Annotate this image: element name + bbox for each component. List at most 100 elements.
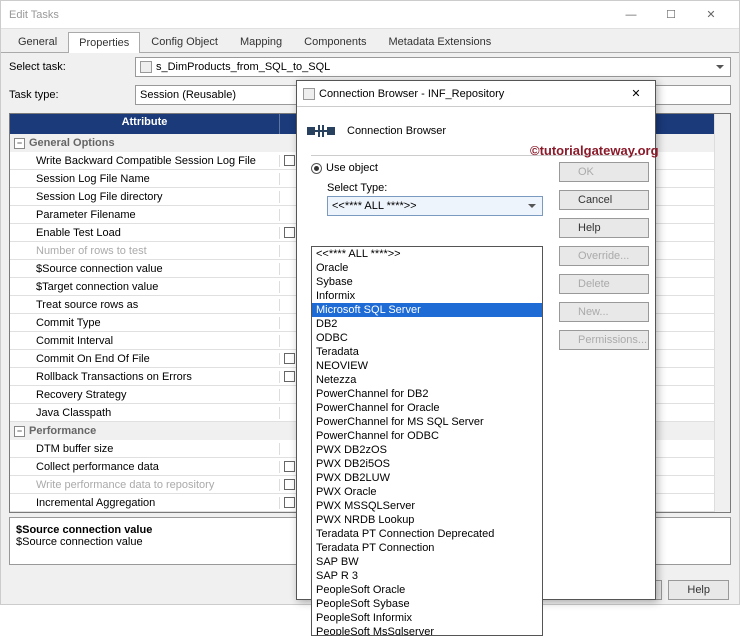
- dropdown-option[interactable]: PeopleSoft MsSqlserver: [312, 625, 542, 636]
- dropdown-option[interactable]: PeopleSoft Informix: [312, 611, 542, 625]
- dropdown-option[interactable]: PeopleSoft Oracle: [312, 583, 542, 597]
- dropdown-option[interactable]: PowerChannel for ODBC: [312, 429, 542, 443]
- checkbox-icon[interactable]: [284, 461, 295, 472]
- dialog-title: Connection Browser - INF_Repository: [319, 88, 623, 100]
- attr-label: Commit Interval: [10, 335, 280, 347]
- attr-label: Session Log File Name: [10, 173, 280, 185]
- checkbox-icon[interactable]: [284, 497, 295, 508]
- attr-label: Treat source rows as: [10, 299, 280, 311]
- checkbox-icon[interactable]: [284, 371, 295, 382]
- attr-label: Enable Test Load: [10, 227, 280, 239]
- attr-label: $Source connection value: [10, 263, 280, 275]
- dlg-cancel-button[interactable]: Cancel: [559, 190, 649, 210]
- dropdown-option[interactable]: ODBC: [312, 331, 542, 345]
- titlebar: Edit Tasks — ☐ ✕: [1, 1, 739, 29]
- select-task-value: s_DimProducts_from_SQL_to_SQL: [156, 61, 330, 73]
- dropdown-option[interactable]: PWX DB2LUW: [312, 471, 542, 485]
- select-type-value: <<**** ALL ****>>: [332, 200, 417, 212]
- dlg-new-button[interactable]: New...: [559, 302, 649, 322]
- dropdown-option[interactable]: Netezza: [312, 373, 542, 387]
- dialog-close-button[interactable]: ✕: [623, 84, 649, 104]
- dialog-button-column: OK Cancel Help Override... Delete New...…: [559, 162, 649, 350]
- dropdown-option[interactable]: PWX Oracle: [312, 485, 542, 499]
- dropdown-option[interactable]: SAP BW: [312, 555, 542, 569]
- dropdown-option[interactable]: Teradata PT Connection Deprecated: [312, 527, 542, 541]
- task-type-value: Session (Reusable): [140, 89, 236, 101]
- attr-label: Java Classpath: [10, 407, 280, 419]
- dropdown-option[interactable]: Oracle: [312, 261, 542, 275]
- checkbox-icon[interactable]: [284, 155, 295, 166]
- dropdown-option[interactable]: Teradata: [312, 345, 542, 359]
- use-object-radio[interactable]: Use object: [311, 162, 543, 174]
- attr-label: Incremental Aggregation: [10, 497, 280, 509]
- checkbox-icon[interactable]: [284, 227, 295, 238]
- attr-label: Collect performance data: [10, 461, 280, 473]
- dropdown-option[interactable]: Teradata PT Connection: [312, 541, 542, 555]
- tab-properties[interactable]: Properties: [68, 32, 140, 53]
- select-task-row: Select task: s_DimProducts_from_SQL_to_S…: [1, 53, 739, 81]
- dialog-header-text: Connection Browser: [347, 125, 446, 137]
- collapse-icon[interactable]: −: [14, 138, 25, 149]
- minimize-button[interactable]: —: [611, 1, 651, 29]
- close-button[interactable]: ✕: [691, 1, 731, 29]
- dropdown-option[interactable]: PowerChannel for Oracle: [312, 401, 542, 415]
- use-object-label: Use object: [326, 162, 378, 174]
- maximize-button[interactable]: ☐: [651, 1, 691, 29]
- dlg-help-button[interactable]: Help: [559, 218, 649, 238]
- checkbox-icon[interactable]: [284, 353, 295, 364]
- collapse-icon[interactable]: −: [14, 426, 25, 437]
- dropdown-option[interactable]: PWX NRDB Lookup: [312, 513, 542, 527]
- tab-general[interactable]: General: [7, 31, 68, 52]
- grid-scrollbar[interactable]: [714, 114, 730, 512]
- attr-label: Commit Type: [10, 317, 280, 329]
- attr-label: Commit On End Of File: [10, 353, 280, 365]
- dropdown-option[interactable]: PWX MSSQLServer: [312, 499, 542, 513]
- attr-label: Parameter Filename: [10, 209, 280, 221]
- attr-label: Session Log File directory: [10, 191, 280, 203]
- dropdown-option[interactable]: SAP R 3: [312, 569, 542, 583]
- col-attribute: Attribute: [10, 114, 280, 134]
- dropdown-option[interactable]: Microsoft SQL Server: [312, 303, 542, 317]
- attr-label: Rollback Transactions on Errors: [10, 371, 280, 383]
- dropdown-option[interactable]: <<**** ALL ****>>: [312, 247, 542, 261]
- type-dropdown-list[interactable]: <<**** ALL ****>>OracleSybaseInformixMic…: [311, 246, 543, 636]
- attr-label: Write performance data to repository: [10, 479, 280, 491]
- tabstrip: General Properties Config Object Mapping…: [1, 29, 739, 53]
- dropdown-option[interactable]: PWX DB2i5OS: [312, 457, 542, 471]
- tab-config-object[interactable]: Config Object: [140, 31, 229, 52]
- tab-metadata-extensions[interactable]: Metadata Extensions: [378, 31, 503, 52]
- attr-label: Recovery Strategy: [10, 389, 280, 401]
- select-task-label: Select task:: [9, 61, 129, 73]
- dlg-ok-button[interactable]: OK: [559, 162, 649, 182]
- dlg-delete-button[interactable]: Delete: [559, 274, 649, 294]
- attr-label: Write Backward Compatible Session Log Fi…: [10, 155, 280, 167]
- watermark: ©tutorialgateway.org: [530, 143, 659, 158]
- dropdown-option[interactable]: Sybase: [312, 275, 542, 289]
- attr-label: $Target connection value: [10, 281, 280, 293]
- radio-dot-icon: [311, 163, 322, 174]
- connection-icon: [307, 117, 335, 145]
- task-type-label: Task type:: [9, 89, 129, 101]
- dropdown-option[interactable]: DB2: [312, 317, 542, 331]
- attr-label: DTM buffer size: [10, 443, 280, 455]
- checkbox-icon[interactable]: [284, 479, 295, 490]
- select-type-combo[interactable]: <<**** ALL ****>>: [327, 196, 543, 216]
- dropdown-option[interactable]: NEOVIEW: [312, 359, 542, 373]
- select-task-combo[interactable]: s_DimProducts_from_SQL_to_SQL: [135, 57, 731, 77]
- select-type-label: Select Type:: [327, 182, 543, 194]
- tab-components[interactable]: Components: [293, 31, 377, 52]
- connection-browser-dialog: Connection Browser - INF_Repository ✕ Co…: [296, 80, 656, 600]
- dropdown-option[interactable]: PowerChannel for MS SQL Server: [312, 415, 542, 429]
- dlg-override-button[interactable]: Override...: [559, 246, 649, 266]
- help-button[interactable]: Help: [668, 580, 729, 600]
- session-icon: [140, 61, 152, 73]
- tab-mapping[interactable]: Mapping: [229, 31, 293, 52]
- dialog-icon: [303, 88, 315, 100]
- dlg-permissions-button[interactable]: Permissions...: [559, 330, 649, 350]
- dropdown-option[interactable]: PowerChannel for DB2: [312, 387, 542, 401]
- dropdown-option[interactable]: PWX DB2zOS: [312, 443, 542, 457]
- dialog-titlebar: Connection Browser - INF_Repository ✕: [297, 81, 655, 107]
- dropdown-option[interactable]: Informix: [312, 289, 542, 303]
- window-title: Edit Tasks: [9, 9, 611, 21]
- dropdown-option[interactable]: PeopleSoft Sybase: [312, 597, 542, 611]
